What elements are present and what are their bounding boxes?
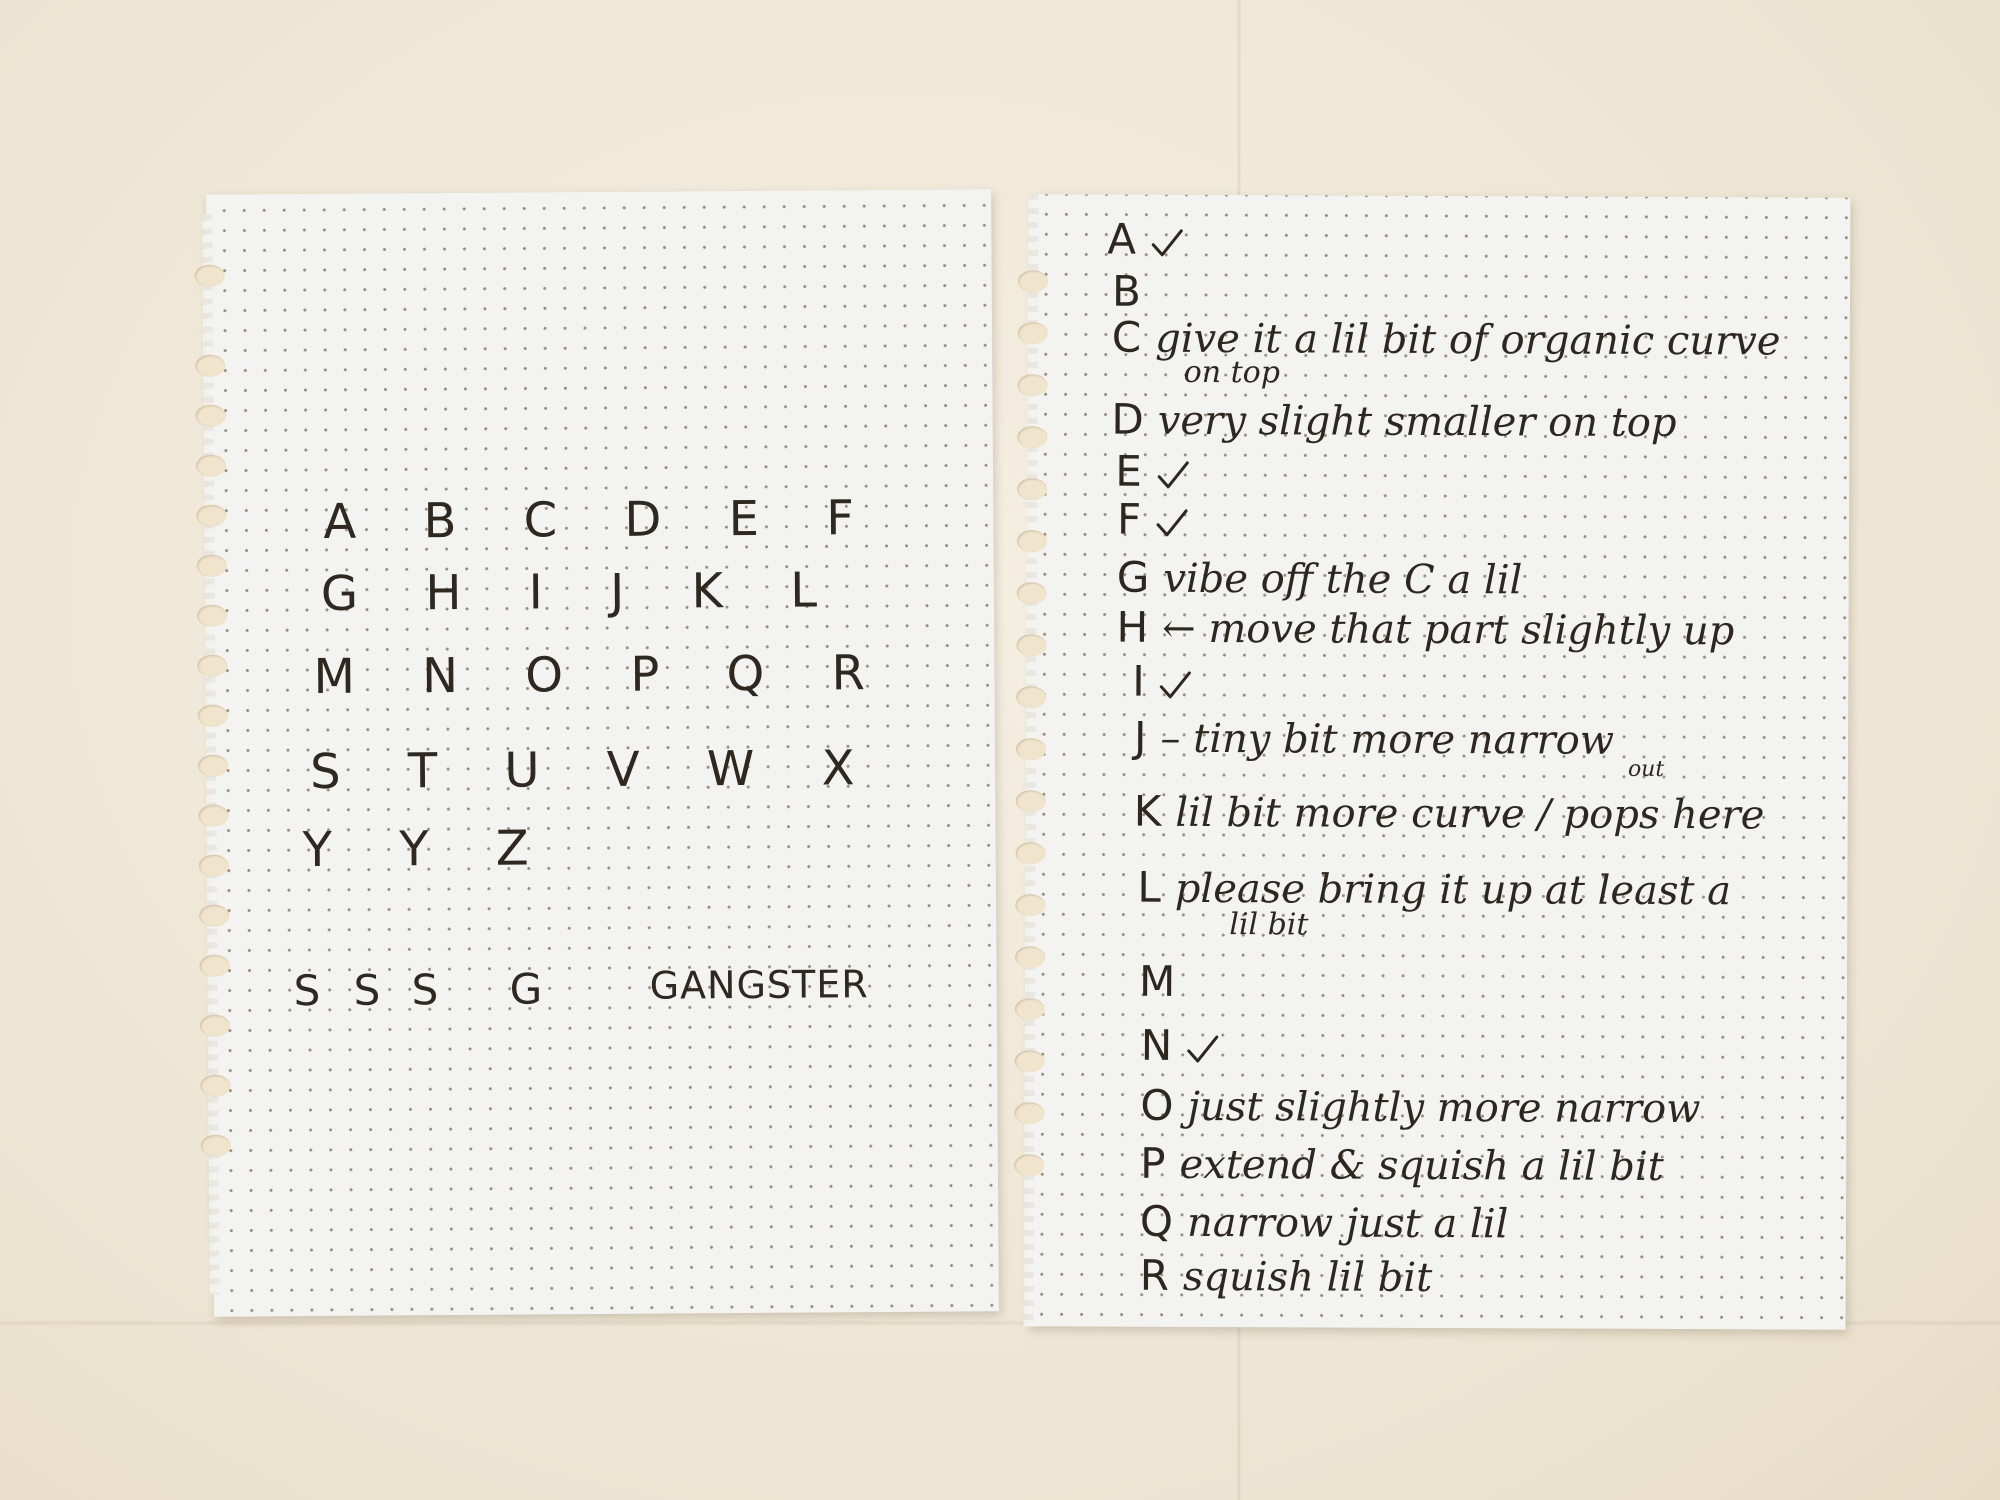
note-letter: G: [1116, 552, 1150, 602]
check-mark-icon: [1151, 229, 1183, 257]
binder-hole: [194, 264, 225, 287]
note-letter: A: [1107, 214, 1137, 264]
note-continuation: on top: [1183, 354, 1281, 391]
binder-hole: [1017, 478, 1048, 501]
note-letter: Q: [1139, 1196, 1174, 1246]
note-letter: J: [1133, 712, 1147, 762]
sample-word: GANGSTER: [649, 962, 869, 1008]
note-line-m: M: [1139, 957, 1189, 1006]
note-text: very slight smaller on top: [1157, 397, 1677, 447]
binder-hole: [1018, 270, 1049, 293]
note-letter: B: [1111, 266, 1141, 316]
binder-hole: [196, 554, 227, 577]
sample-letter: S: [411, 965, 439, 1015]
note-line-b: B: [1112, 267, 1155, 316]
note-letter: P: [1140, 1138, 1166, 1188]
note-line-e: E: [1115, 447, 1190, 496]
note-text: just slightly more narrow: [1187, 1083, 1701, 1133]
note-text: squish lil bit: [1182, 1253, 1433, 1301]
note-line-q: Qnarrow just a lil: [1140, 1197, 1509, 1248]
note-text: vibe off the C a lil: [1163, 555, 1523, 604]
note-line-o: Ojust slightly more narrow: [1140, 1081, 1700, 1132]
note-letter: L: [1137, 862, 1161, 912]
note-letter: I: [1132, 656, 1145, 706]
note-text: extend & squish a lil bit: [1179, 1141, 1664, 1190]
note-continuation: lil bit: [1229, 907, 1309, 943]
binder-hole: [199, 904, 230, 927]
note-letter: K: [1133, 786, 1162, 836]
binder-hole: [195, 404, 226, 427]
check-mark-icon: [1156, 509, 1188, 537]
note-line-j: J – tiny bit more narrow: [1134, 713, 1614, 764]
note-line-r: Rsquish lil bit: [1140, 1251, 1433, 1301]
alphabet-row-3: M N O P Q R: [313, 644, 892, 706]
note-line-i: I: [1132, 657, 1193, 706]
note-line-g: Gvibe off the C a lil: [1117, 553, 1523, 604]
note-letter: E: [1115, 446, 1142, 496]
note-text: narrow just a lil: [1186, 1199, 1509, 1248]
note-letter: R: [1139, 1250, 1170, 1300]
note-letter: H: [1116, 602, 1149, 652]
binder-hole: [198, 804, 229, 827]
alphabet-row-2: G H I J K L: [320, 562, 844, 622]
note-letter: D: [1111, 394, 1144, 444]
note-line-l: Lplease bring it up at least a: [1137, 863, 1731, 915]
note-letter: O: [1140, 1080, 1174, 1130]
note-line-d: Dvery slight smaller on top: [1111, 395, 1676, 446]
note-line-k: Klil bit more curve / pops here: [1134, 787, 1765, 839]
binder-hole: [1015, 842, 1046, 865]
note-letter: M: [1138, 956, 1176, 1006]
binder-hole: [1014, 998, 1045, 1021]
binder-hole: [1016, 738, 1047, 761]
binder-hole: [1017, 322, 1048, 345]
note-line-n: N: [1141, 1021, 1221, 1070]
right-notebook-page: A B Cgive it a lil bit of organic curve …: [1014, 194, 1851, 1330]
binder-hole: [1017, 426, 1048, 449]
sample-letter: G: [509, 964, 543, 1014]
check-mark-icon: [1157, 461, 1189, 489]
note-line-h: H ← move that part slightly up: [1116, 603, 1734, 655]
sample-letter: S: [353, 965, 381, 1015]
alphabet-row-5: Y Y Z: [302, 820, 555, 879]
binder-hole: [198, 754, 229, 777]
note-text: ← move that part slightly up: [1162, 605, 1735, 655]
note-line-p: Pextend & squish a lil bit: [1140, 1139, 1664, 1190]
binder-hole: [197, 704, 228, 727]
binder-hole: [1017, 374, 1048, 397]
sample-letter: S: [293, 965, 321, 1016]
note-text: – tiny bit more narrow: [1160, 715, 1615, 764]
note-letter: N: [1140, 1020, 1173, 1070]
binder-hole: [199, 1014, 230, 1037]
binder-hole: [195, 454, 227, 477]
left-notebook-page: A B C D E F G H I J K L M N O P Q R S T …: [194, 189, 999, 1317]
binder-hole: [1016, 530, 1048, 553]
note-letter: F: [1116, 494, 1142, 544]
binder-hole: [1016, 686, 1047, 709]
check-mark-icon: [1187, 1035, 1219, 1063]
binder-hole: [1014, 1154, 1045, 1177]
note-superscript: out: [1627, 756, 1665, 782]
note-line-f: F: [1117, 495, 1189, 544]
binder-hole: [198, 854, 229, 877]
binder-hole: [196, 604, 228, 627]
binder-hole: [1015, 946, 1046, 969]
binder-hole: [196, 504, 227, 527]
alphabet-row-4: S T U V W X: [309, 740, 881, 801]
binder-hole: [1016, 634, 1047, 657]
note-line-a: A: [1107, 215, 1184, 264]
binder-hole: [1015, 790, 1046, 813]
note-text: lil bit more curve / pops here: [1175, 789, 1765, 839]
binder-hole: [199, 954, 230, 977]
check-mark-icon: [1160, 671, 1192, 699]
binder-hole: [197, 654, 228, 677]
binder-hole: [1016, 582, 1047, 605]
alphabet-row-1: A B C D E F: [323, 490, 881, 550]
binder-hole: [1014, 1102, 1045, 1125]
note-letter: C: [1111, 312, 1142, 362]
binder-hole: [200, 1134, 231, 1157]
binder-hole: [195, 354, 226, 377]
binder-hole: [1014, 1050, 1045, 1073]
binder-hole: [1015, 894, 1046, 917]
binder-hole: [200, 1074, 231, 1097]
